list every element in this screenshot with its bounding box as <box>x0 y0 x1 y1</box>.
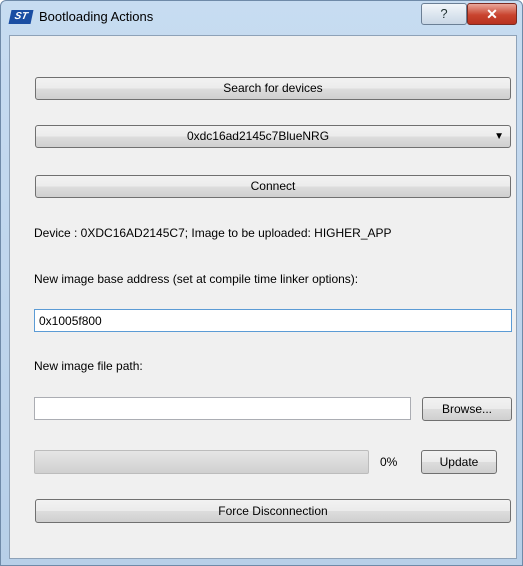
base-address-label: New image base address (set at compile t… <box>34 272 359 286</box>
upload-progress-bar <box>34 450 369 474</box>
file-path-label: New image file path: <box>34 359 143 373</box>
device-info-text: Device : 0XDC16AD2145C7; Image to be upl… <box>34 226 392 240</box>
dialog-content: Search for devices 0xdc16ad2145c7BlueNRG… <box>9 35 517 559</box>
window-title: Bootloading Actions <box>39 9 154 24</box>
progress-percent: 0% <box>380 455 398 469</box>
close-button[interactable]: ✕ <box>467 3 517 25</box>
dialog-window: ST Bootloading Actions ? ✕ Search for de… <box>0 0 523 566</box>
connect-button[interactable]: Connect <box>35 175 511 198</box>
force-disconnection-button[interactable]: Force Disconnection <box>35 499 511 523</box>
device-select[interactable]: 0xdc16ad2145c7BlueNRG ▼ <box>35 125 511 148</box>
update-button[interactable]: Update <box>421 450 497 474</box>
browse-button[interactable]: Browse... <box>422 397 512 421</box>
device-select-value: 0xdc16ad2145c7BlueNRG <box>186 129 330 143</box>
dropdown-arrow-icon: ▼ <box>494 131 504 142</box>
app-logo-icon: ST <box>8 10 34 24</box>
title-bar[interactable]: ST Bootloading Actions ? ✕ <box>1 1 522 35</box>
help-button[interactable]: ? <box>421 3 467 25</box>
search-devices-button[interactable]: Search for devices <box>35 77 511 100</box>
base-address-input[interactable] <box>34 309 512 332</box>
file-path-input[interactable] <box>34 397 411 420</box>
